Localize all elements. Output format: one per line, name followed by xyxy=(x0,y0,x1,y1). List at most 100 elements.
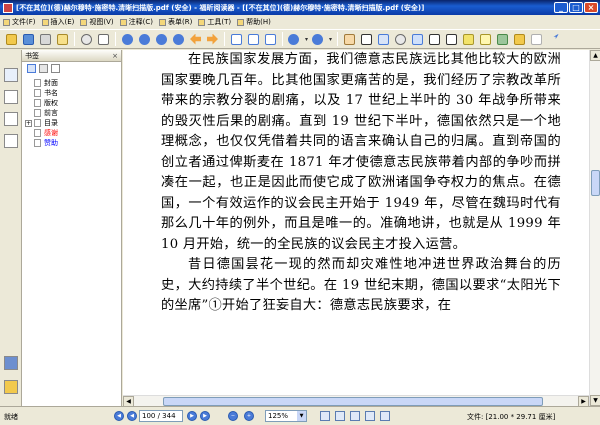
sign-icon[interactable] xyxy=(512,32,527,47)
menu-comment[interactable]: 注释(C) xyxy=(119,17,153,27)
previous-page-icon[interactable]: ◀ xyxy=(127,411,137,421)
bookmark-item[interactable]: + 目录 xyxy=(22,118,122,128)
document-icon[interactable] xyxy=(96,32,111,47)
page-icon xyxy=(34,139,41,147)
maximize-icon[interactable]: □ xyxy=(569,2,583,13)
expand-icon[interactable]: + xyxy=(25,119,32,127)
menu-help[interactable]: 帮助(H) xyxy=(237,17,271,27)
bookmark-tree: 封面 书名 版权 前言 + 目录 感谢 赞助 xyxy=(22,78,122,148)
first-page-icon[interactable] xyxy=(120,32,135,47)
typewriter-icon[interactable] xyxy=(444,32,459,47)
comments-panel-icon[interactable] xyxy=(4,134,18,148)
view-continuous-icon[interactable] xyxy=(335,411,345,421)
title-bar: [不在其位](德)赫尔穆特·施密特.清晰扫描版.pdf (安全) - 福昕阅读器… xyxy=(0,0,600,15)
chevron-down-icon: ▾ xyxy=(304,35,308,43)
layers-panel-icon[interactable] xyxy=(4,112,18,126)
search-icon[interactable] xyxy=(79,32,94,47)
expand-bookmark-icon[interactable] xyxy=(27,64,36,73)
scroll-up-icon[interactable]: ▲ xyxy=(590,50,600,61)
horizontal-scrollbar[interactable]: ◀ ▶ xyxy=(123,395,589,407)
new-bookmark-icon[interactable] xyxy=(51,64,60,73)
bookmark-item[interactable]: 感谢 xyxy=(22,128,122,138)
page-icon xyxy=(34,99,41,107)
app-icon xyxy=(3,2,13,13)
menu-view[interactable]: 视图(V) xyxy=(80,17,114,27)
bookmarks-panel-icon[interactable] xyxy=(4,68,18,82)
select-text-icon[interactable] xyxy=(359,32,374,47)
single-page-icon[interactable] xyxy=(229,32,244,47)
delete-bookmark-icon[interactable] xyxy=(39,64,48,73)
page-icon xyxy=(34,79,41,87)
last-page-icon[interactable] xyxy=(171,32,186,47)
vertical-scrollbar[interactable]: ▲ ▼ xyxy=(589,50,600,406)
close-panel-icon[interactable]: × xyxy=(112,52,118,60)
chevron-down-icon: ▾ xyxy=(328,35,332,43)
zoom-in-icon[interactable]: + xyxy=(244,411,254,421)
scroll-thumb[interactable] xyxy=(163,397,543,406)
hand-tool-icon[interactable] xyxy=(342,32,357,47)
bookmark-item[interactable]: 前言 xyxy=(22,108,122,118)
bookmarks-title: 书签 xyxy=(25,51,39,60)
email-icon[interactable] xyxy=(55,32,70,47)
toolbar-separator xyxy=(282,32,283,46)
zoom-select[interactable]: 125% ▼ xyxy=(265,410,307,422)
menu-form[interactable]: 表单(R) xyxy=(159,17,192,27)
tools-menu-icon xyxy=(198,18,206,26)
pdf-page: 在民族国家发展方面，我们德意志民族远比其他比较大的欧洲国家要晚几百年。比其他国家… xyxy=(161,50,561,317)
bookmark-item[interactable]: 版权 xyxy=(22,98,122,108)
view-menu-icon xyxy=(80,18,88,26)
open-icon[interactable] xyxy=(4,32,19,47)
zoom-tool-icon[interactable] xyxy=(393,32,408,47)
status-text: 就绪 xyxy=(4,413,18,421)
page-number-input[interactable]: 100 / 344 xyxy=(139,410,183,422)
toolbar-separator xyxy=(115,32,116,46)
next-page-icon[interactable] xyxy=(154,32,169,47)
document-view[interactable]: 在民族国家发展方面，我们德意志民族远比其他比较大的欧洲国家要晚几百年。比其他国家… xyxy=(123,50,589,406)
zoom-out-icon[interactable]: − xyxy=(228,411,238,421)
back-arrow-icon[interactable] xyxy=(188,32,203,47)
zoom-in-dropdown[interactable]: ▾ xyxy=(311,32,333,46)
link-arrow-icon[interactable] xyxy=(546,32,561,47)
save-icon[interactable] xyxy=(21,32,36,47)
facing-page-icon[interactable] xyxy=(263,32,278,47)
zoom-out-dropdown[interactable]: ▾ xyxy=(287,32,309,46)
first-page-icon[interactable]: ◀ xyxy=(114,411,124,421)
snapshot-icon[interactable] xyxy=(376,32,391,47)
last-page-icon[interactable]: ▶ xyxy=(200,411,210,421)
properties-panel-icon[interactable] xyxy=(4,356,18,370)
forward-arrow-icon[interactable] xyxy=(205,32,220,47)
print-icon[interactable] xyxy=(38,32,53,47)
attachments-panel-icon[interactable] xyxy=(4,380,18,394)
minimize-icon[interactable]: _ xyxy=(554,2,568,13)
view-facing-continuous-icon[interactable] xyxy=(365,411,375,421)
menu-tools[interactable]: 工具(T) xyxy=(198,17,231,27)
view-cover-icon[interactable] xyxy=(380,411,390,421)
bookmarks-header: 书签 × xyxy=(22,50,121,62)
bookmark-item[interactable]: 封面 xyxy=(22,78,122,88)
attach-icon[interactable] xyxy=(529,32,544,47)
scroll-down-icon[interactable]: ▼ xyxy=(590,395,600,406)
menu-file[interactable]: 文件(F) xyxy=(3,17,36,27)
close-icon[interactable]: × xyxy=(584,2,598,13)
note-icon[interactable] xyxy=(478,32,493,47)
image-icon[interactable] xyxy=(495,32,510,47)
toolbar-separator xyxy=(74,32,75,46)
highlight-icon[interactable] xyxy=(461,32,476,47)
view-single-icon[interactable] xyxy=(320,411,330,421)
zoom-in-icon xyxy=(312,33,323,45)
text-box-icon[interactable] xyxy=(427,32,442,47)
paragraph: 昔日德国昙花一现的然而却灾难性地冲进世界政治舞台的历史，大约持续了半个世纪。在 … xyxy=(161,257,561,313)
toolbar-separator xyxy=(337,32,338,46)
bookmark-item[interactable]: 赞助 xyxy=(22,138,122,148)
rotate-icon[interactable] xyxy=(410,32,425,47)
pages-panel-icon[interactable] xyxy=(4,90,18,104)
view-facing-icon[interactable] xyxy=(350,411,360,421)
previous-page-icon[interactable] xyxy=(137,32,152,47)
continuous-page-icon[interactable] xyxy=(246,32,261,47)
next-page-icon[interactable]: ▶ xyxy=(187,411,197,421)
insert-menu-icon xyxy=(41,18,49,26)
menu-insert[interactable]: 插入(E) xyxy=(41,17,74,27)
scroll-thumb[interactable] xyxy=(591,170,600,196)
bookmark-item[interactable]: 书名 xyxy=(22,88,122,98)
navigation-panel-strip xyxy=(0,50,22,406)
